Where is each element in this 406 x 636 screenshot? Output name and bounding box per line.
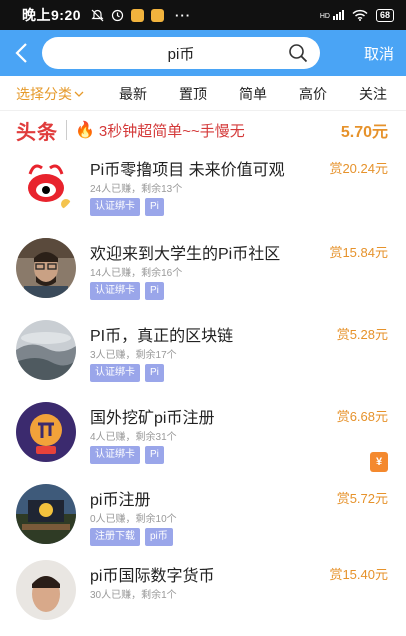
item-title: 国外挖矿pi币注册 [90, 410, 215, 427]
headline-title: 3秒钟超简单~~手慢无 [98, 122, 245, 140]
status-bar: 晚上9:20 ··· HD 68 [0, 0, 406, 30]
mute-icon [91, 9, 104, 21]
list-item[interactable]: pi币国际数字货币 赏15.40元 30人已赚，剩余1个 [0, 556, 406, 636]
search-input[interactable]: pi币 [42, 37, 320, 69]
item-tag: Pi [145, 446, 164, 464]
item-tag: 注册下载 [90, 528, 140, 546]
chevron-down-icon [74, 91, 84, 97]
item-reward: 赏15.40元 [329, 567, 388, 582]
avatar [16, 154, 76, 214]
avatar [16, 320, 76, 380]
tab-category[interactable]: 选择分类 [16, 84, 84, 104]
item-tag: Pi [145, 282, 164, 300]
battery-icon: 68 [375, 8, 394, 22]
item-title: 欢迎来到大学生的Pi币社区 [90, 246, 281, 263]
tab-high-price[interactable]: 高价 [299, 84, 327, 104]
list-item[interactable]: 欢迎来到大学生的Pi币社区 赏15.84元 14人已赚，剩余16个 认证绑卡 P… [0, 234, 406, 314]
tab-simple[interactable]: 简单 [239, 84, 267, 104]
item-meta: 24人已赚，剩余13个 [90, 184, 183, 195]
item-title: PI币，真正的区块链 [90, 328, 234, 345]
filter-tabs: 选择分类 最新 置顶 简单 高价 关注 [0, 76, 406, 111]
wifi-icon [352, 9, 368, 21]
app-notification-icon [131, 8, 145, 22]
status-icons: ··· [91, 8, 191, 23]
tab-pinned[interactable]: 置顶 [179, 84, 207, 104]
headline-logo: 头条 [16, 121, 58, 144]
item-tag: 认证绑卡 [90, 364, 140, 382]
headline-reward: 5.70元 [340, 124, 388, 141]
back-button[interactable] [0, 30, 42, 76]
list-item[interactable]: PI币，真正的区块链 赏5.28元 3人已赚，剩余17个 认证绑卡 Pi [0, 316, 406, 396]
more-notifications-icon: ··· [175, 7, 192, 23]
item-reward: 赏20.24元 [329, 161, 388, 176]
avatar [16, 238, 76, 298]
item-tag: Pi [145, 364, 164, 382]
tab-category-label: 选择分类 [16, 86, 72, 102]
item-tags: 认证绑卡 Pi [90, 282, 164, 300]
person-photo-icon [16, 560, 76, 620]
item-tags: 认证绑卡 Pi [90, 364, 164, 382]
list-item[interactable]: 国外挖矿pi币注册 赏6.68元 4人已赚，剩余31个 认证绑卡 Pi ¥ [0, 398, 406, 478]
item-meta: 0人已赚，剩余10个 [90, 514, 177, 525]
person-photo-icon [16, 238, 76, 298]
status-right: HD 68 [320, 8, 394, 22]
event-photo-icon [16, 484, 76, 544]
message-notification-icon [151, 8, 165, 22]
search-header: pi币 取消 [0, 30, 406, 76]
item-tags: 认证绑卡 Pi [90, 446, 164, 464]
item-reward: 赏5.72元 [336, 491, 388, 506]
item-meta: 3人已赚，剩余17个 [90, 350, 177, 361]
avatar [16, 402, 76, 462]
fire-icon: 🔥 [75, 122, 95, 139]
search-query: pi币 [167, 45, 195, 63]
weibo-logo-icon [16, 154, 76, 214]
divider [66, 120, 67, 140]
item-title: pi币国际数字货币 [90, 568, 215, 585]
item-meta: 30人已赚，剩余1个 [90, 590, 177, 601]
chevron-left-icon [15, 43, 27, 63]
avatar [16, 484, 76, 544]
landscape-photo-icon [16, 320, 76, 380]
search-icon[interactable] [288, 43, 308, 63]
item-tag: pi币 [145, 528, 173, 546]
signal-icon: HD [320, 10, 344, 20]
status-time: 晚上9:20 [22, 7, 82, 23]
item-meta: 4人已赚，剩余31个 [90, 432, 177, 443]
yuan-badge-icon[interactable]: ¥ [370, 452, 388, 472]
item-tag: Pi [145, 198, 164, 216]
item-reward: 赏5.28元 [336, 327, 388, 342]
list-item[interactable]: pi币注册 赏5.72元 0人已赚，剩余10个 注册下载 pi币 [0, 480, 406, 560]
avatar [16, 560, 76, 620]
tab-following[interactable]: 关注 [359, 84, 387, 104]
item-title: pi币注册 [90, 492, 151, 509]
signal-label: HD [319, 13, 330, 20]
item-meta: 14人已赚，剩余16个 [90, 268, 183, 279]
item-reward: 赏6.68元 [336, 409, 388, 424]
headline-banner[interactable]: 头条 🔥 3秒钟超简单~~手慢无 5.70元 [0, 110, 406, 150]
list-item[interactable]: Pi币零撸项目 未来价值可观 赏20.24元 24人已赚，剩余13个 认证绑卡 … [0, 150, 406, 230]
item-tag: 认证绑卡 [90, 198, 140, 216]
item-tags: 认证绑卡 Pi [90, 198, 164, 216]
item-tags: 注册下载 pi币 [90, 528, 173, 546]
item-tag: 认证绑卡 [90, 446, 140, 464]
clock-icon [111, 9, 124, 21]
tab-latest[interactable]: 最新 [119, 84, 147, 104]
cancel-button[interactable]: 取消 [364, 43, 394, 64]
pi-coin-logo-icon [16, 402, 76, 462]
item-tag: 认证绑卡 [90, 282, 140, 300]
item-reward: 赏15.84元 [329, 245, 388, 260]
item-title: Pi币零撸项目 未来价值可观 [90, 162, 285, 179]
